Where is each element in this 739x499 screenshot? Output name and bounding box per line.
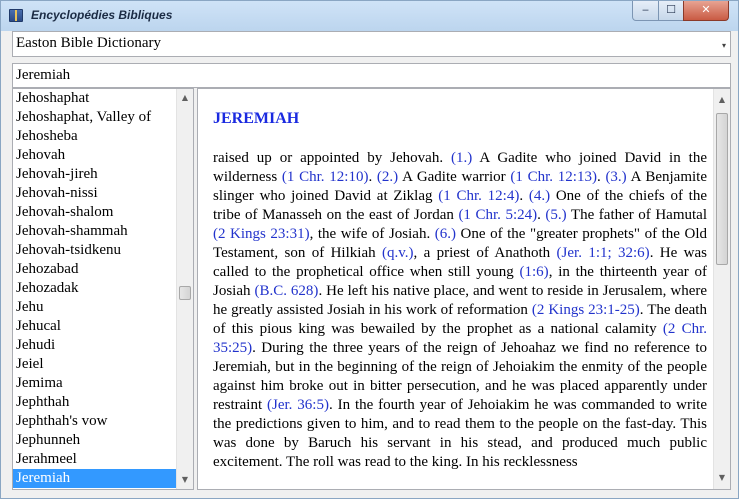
scroll-down-arrow-icon[interactable]: ▼	[715, 471, 729, 485]
scripture-reference-link[interactable]: (1 Chr. 12:10)	[282, 169, 369, 185]
app-window: Encyclopédies Bibliques ‒ ☐ ✕ Easton Bib…	[0, 0, 739, 499]
minimize-button[interactable]: ‒	[632, 1, 659, 21]
scripture-reference-link[interactable]: (B.C. 628)	[254, 283, 318, 299]
scripture-reference-link[interactable]: (2 Kings 23:31)	[213, 226, 310, 242]
scripture-reference-link[interactable]: (q.v.)	[382, 245, 414, 261]
article-body: raised up or appointed by Jehovah. (1.) …	[213, 149, 707, 472]
list-item[interactable]: Jehosheba	[13, 127, 178, 146]
book-icon	[9, 9, 23, 22]
article-text: raised up or appointed by Jehovah.	[213, 150, 452, 166]
scroll-up-arrow-icon[interactable]: ▲	[178, 91, 192, 105]
list-item[interactable]: Jehovah	[13, 146, 178, 165]
list-item[interactable]: Jehozabad	[13, 260, 178, 279]
scripture-reference-link[interactable]: (3.)	[605, 169, 626, 185]
list-item[interactable]: Jehucal	[13, 317, 178, 336]
list-item[interactable]: Jehu	[13, 298, 178, 317]
article-text: , the wife of Josiah.	[309, 226, 435, 242]
scripture-reference-link[interactable]: (2.)	[377, 169, 398, 185]
scripture-reference-link[interactable]: (2 Kings 23:1-25)	[532, 302, 640, 318]
list-item[interactable]: Jehovah-nissi	[13, 184, 178, 203]
article-scrollbar[interactable]: ▲ ▼	[713, 89, 730, 489]
entry-list: Jehoshaphat Jehoshaphat, Valley of Jehoshe…	[12, 88, 194, 490]
scripture-reference-link[interactable]: (6.)	[435, 226, 456, 242]
article-text: .	[519, 188, 529, 204]
scripture-reference-link[interactable]: (1:6)	[520, 264, 549, 280]
entry-list-items: Jehoshaphat Jehoshaphat, Valley of Jehoshe…	[13, 89, 178, 488]
scripture-reference-link[interactable]: (1 Chr. 12:4)	[438, 188, 519, 204]
list-item[interactable]: Jehoshaphat	[13, 89, 178, 108]
article-panel: JEREMIAH raised up or appointed by Jehov…	[197, 88, 731, 490]
entry-list-scroll-thumb[interactable]	[179, 286, 191, 300]
close-button[interactable]: ✕	[683, 1, 729, 21]
article-text: , a priest of Anathoth	[413, 245, 557, 261]
search-input[interactable]	[12, 63, 731, 88]
chevron-down-icon[interactable]: ▾	[722, 41, 726, 50]
list-item[interactable]: Jehovah-jireh	[13, 165, 178, 184]
scroll-down-arrow-icon[interactable]: ▼	[178, 473, 192, 487]
scripture-reference-link[interactable]: (1.)	[451, 150, 472, 166]
article-scroll-thumb[interactable]	[716, 113, 728, 265]
list-item[interactable]: Jeiel	[13, 355, 178, 374]
entry-list-scrollbar[interactable]: ▲ ▼	[176, 89, 193, 489]
list-item[interactable]: Jephthah's vow	[13, 412, 178, 431]
article-text: A Gadite warrior	[398, 169, 511, 185]
list-item[interactable]: Jehovah-tsidkenu	[13, 241, 178, 260]
list-item[interactable]: Jehoshaphat, Valley of	[13, 108, 178, 127]
dictionary-select[interactable]: Easton Bible Dictionary ▾	[12, 31, 731, 57]
list-item[interactable]: Jehovah-shammah	[13, 222, 178, 241]
list-item[interactable]: Jerahmeel	[13, 450, 178, 469]
list-item[interactable]: Jehovah-shalom	[13, 203, 178, 222]
scripture-reference-link[interactable]: (5.)	[545, 207, 566, 223]
list-item[interactable]: Jehozadak	[13, 279, 178, 298]
scripture-reference-link[interactable]: (1 Chr. 12:13)	[510, 169, 597, 185]
scripture-reference-link[interactable]: (1 Chr. 5:24)	[458, 207, 537, 223]
list-item[interactable]: Jeremiah	[13, 469, 178, 488]
article-title: JEREMIAH	[213, 110, 300, 127]
article-text: The father of Hamutal	[566, 207, 707, 223]
list-item[interactable]: Jehudi	[13, 336, 178, 355]
maximize-button[interactable]: ☐	[658, 1, 684, 21]
scroll-up-arrow-icon[interactable]: ▲	[715, 93, 729, 107]
list-item[interactable]: Jemima	[13, 374, 178, 393]
list-item[interactable]: Jephthah	[13, 393, 178, 412]
scripture-reference-link[interactable]: (Jer. 36:5)	[267, 397, 329, 413]
window-title: Encyclopédies Bibliques	[31, 8, 173, 22]
scripture-reference-link[interactable]: (Jer. 1:1; 32:6)	[557, 245, 650, 261]
article-text: .	[368, 169, 377, 185]
title-bar[interactable]: Encyclopédies Bibliques ‒ ☐ ✕	[1, 1, 738, 31]
scripture-reference-link[interactable]: (4.)	[529, 188, 550, 204]
dictionary-select-value: Easton Bible Dictionary	[16, 35, 161, 51]
list-item[interactable]: Jephunneh	[13, 431, 178, 450]
